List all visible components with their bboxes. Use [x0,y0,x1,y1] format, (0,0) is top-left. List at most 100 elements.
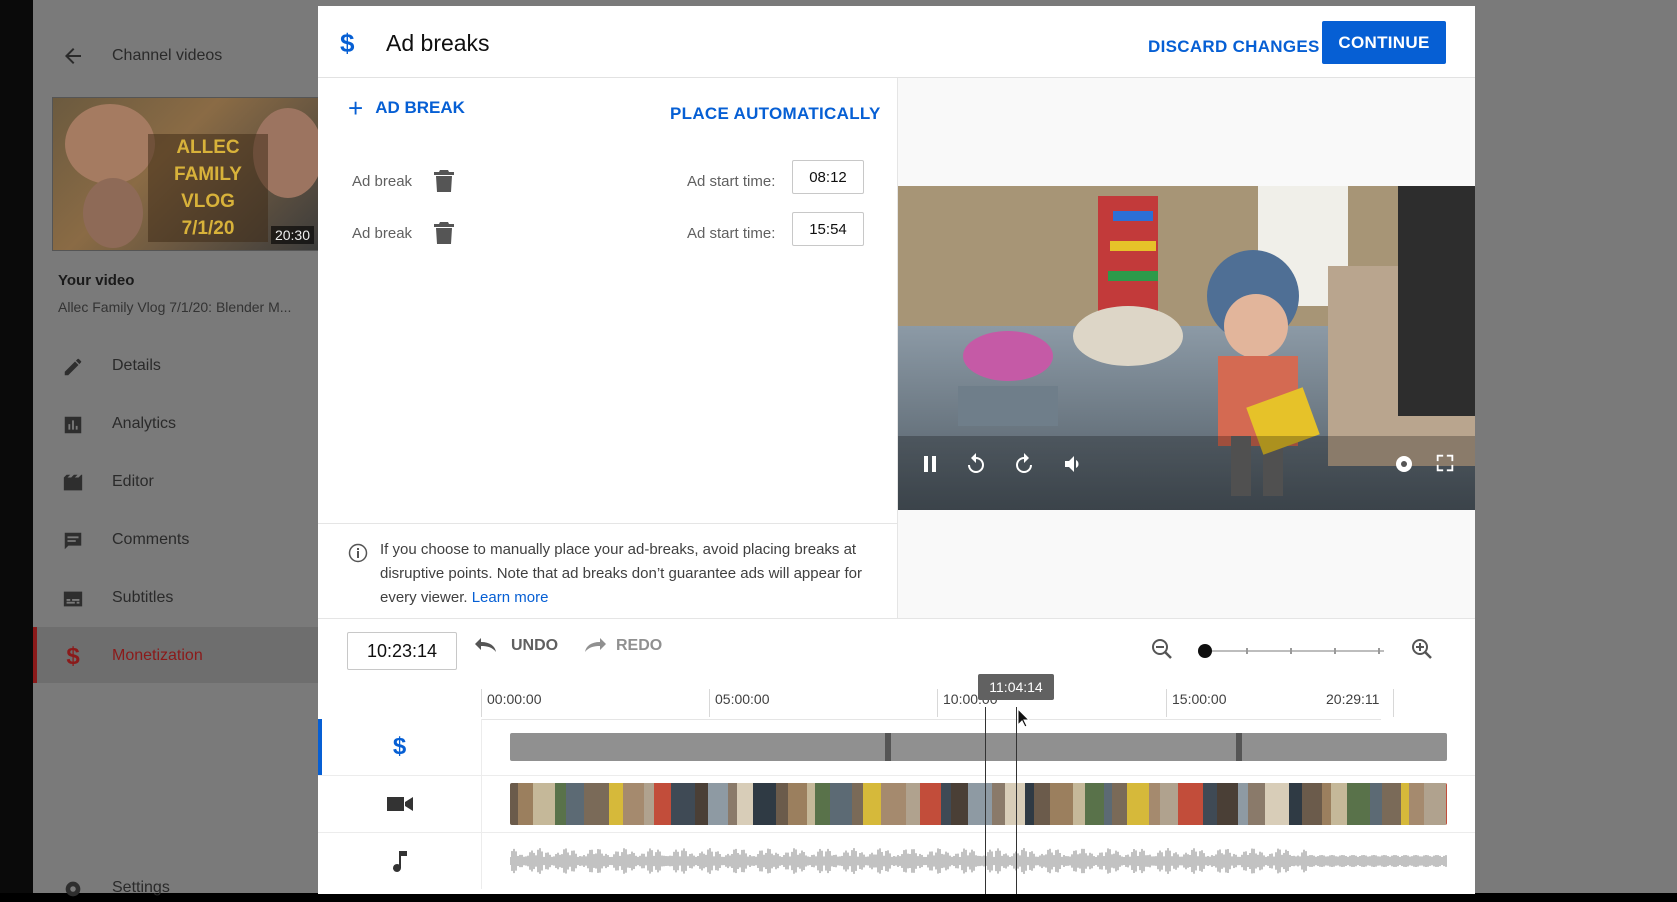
sidebar-item-label: Analytics [112,415,177,432]
zoom-tick [1334,648,1336,654]
timeline-panel: 10:23:14 UNDO REDO 00:00:00 05:00:00 10:… [318,618,1475,894]
zoom-slider-knob[interactable] [1198,644,1212,658]
filmstrip-frame [1370,783,1382,825]
undo-label: UNDO [511,637,559,654]
your-video-heading: Your video [58,272,135,289]
filmstrip-frame [815,783,830,825]
filmstrip-frame [992,783,1005,825]
fullscreen-icon[interactable] [1434,452,1456,479]
audio-track [318,833,1475,889]
dialog-title: Ad breaks [386,30,490,56]
sidebar-active-indicator [33,627,37,683]
rewind-10-icon[interactable] [964,452,988,481]
zoom-out-icon[interactable] [1150,637,1174,666]
back-arrow-icon[interactable] [61,44,85,73]
filmstrip-frame [920,783,941,825]
thumbnail-title: ALLEC FAMILY VLOG 7/1/20 [148,134,268,242]
back-label[interactable]: Channel videos [112,47,222,65]
sidebar-item-label: Editor [112,473,154,490]
sidebar-item-label: Subtitles [112,589,174,606]
filmstrip-frame [1248,783,1265,825]
filmstrip-frame [1265,783,1289,825]
filmstrip-frame [584,783,609,825]
ad-start-time-input[interactable] [792,160,864,194]
trash-icon[interactable] [434,170,454,192]
ruler-tick [1393,689,1394,717]
add-ad-break-button[interactable]: + AD BREAK [348,95,465,121]
forward-10-icon[interactable] [1012,452,1036,481]
current-time-field[interactable]: 10:23:14 [347,632,457,670]
video-preview[interactable] [898,186,1475,510]
video-track [318,776,1475,833]
zoom-in-icon[interactable] [1410,637,1434,666]
filmstrip-frame [1217,783,1238,825]
info-box: If you choose to manually place your ad-… [318,523,897,622]
filmstrip-frame [753,783,776,825]
dollar-icon: $ [66,643,80,670]
redo-label: REDO [616,637,663,654]
ruler-tick [937,689,938,717]
learn-more-link[interactable]: Learn more [472,589,549,606]
filmstrip-frame [654,783,671,825]
filmstrip-frame [776,783,788,825]
timeline-ruler: 00:00:00 05:00:00 10:00:00 15:00:00 20:2… [481,679,1394,720]
filmstrip-frame [1025,783,1034,825]
place-automatically-button[interactable]: PLACE AUTOMATICALLY [670,104,881,124]
ruler-tick [481,689,482,717]
zoom-tick [1290,648,1292,654]
sidebar-item-label: Settings [112,879,170,896]
ad-start-time-label: Ad start time: [687,225,776,242]
redo-button[interactable]: REDO [580,637,662,655]
playhead-line[interactable] [985,707,986,894]
ad-break-marker[interactable] [1236,733,1242,761]
zoom-slider-track[interactable] [1204,650,1384,652]
pause-icon[interactable] [920,454,940,479]
filmstrip-frame [788,783,807,825]
filmstrip-frame [852,783,863,825]
ads-track-header: $ [318,719,482,775]
audio-waveform [510,848,1447,874]
ads-track: $ [318,719,1475,776]
filmstrip-frame [1160,783,1178,825]
filmstrip-frame [1302,783,1322,825]
ruler-label: 00:00:00 [487,691,542,707]
video-filmstrip[interactable] [510,783,1447,825]
filmstrip-frame [1382,783,1401,825]
dollar-icon: $ [392,733,407,760]
dollar-icon: $ [340,28,355,58]
undo-button[interactable]: UNDO [475,637,558,655]
filmstrip-frame [906,783,920,825]
filmstrip-frame [1203,783,1217,825]
ad-break-label: Ad break [352,173,413,190]
dialog-header: $ Ad breaks DISCARD CHANGES CONTINUE [318,6,1475,78]
filmstrip-frame [1104,783,1112,825]
trash-icon[interactable] [434,222,454,244]
filmstrip-frame [609,783,623,825]
discard-changes-button[interactable]: DISCARD CHANGES [1136,26,1332,68]
ads-track-bar[interactable] [510,733,1447,761]
filmstrip-frame [1178,783,1203,825]
video-camera-icon [386,797,413,811]
volume-icon[interactable] [1062,452,1086,481]
settings-gear-icon[interactable] [1392,452,1416,481]
info-message: If you choose to manually place your ad-… [380,541,862,606]
info-icon [348,543,368,563]
ruler-label: 15:00:00 [1172,691,1227,707]
ad-break-marker[interactable] [885,733,891,761]
filmstrip-frame [1289,783,1302,825]
hover-line [1016,707,1017,894]
filmstrip-frame [1331,783,1347,825]
ad-start-time-input[interactable] [792,212,864,246]
pencil-icon [60,354,86,380]
music-note-icon [392,851,407,872]
video-thumbnail[interactable]: ALLEC FAMILY VLOG 7/1/20 20:30 [52,97,321,251]
filmstrip-frame [644,783,654,825]
filmstrip-frame [1409,783,1424,825]
undo-icon [475,638,496,652]
filmstrip-frame [518,783,533,825]
filmstrip-frame [1238,783,1248,825]
ruler-label: 05:00:00 [715,691,770,707]
filmstrip-frame [807,783,815,825]
continue-button[interactable]: CONTINUE [1322,21,1446,64]
video-track-header [318,776,482,832]
